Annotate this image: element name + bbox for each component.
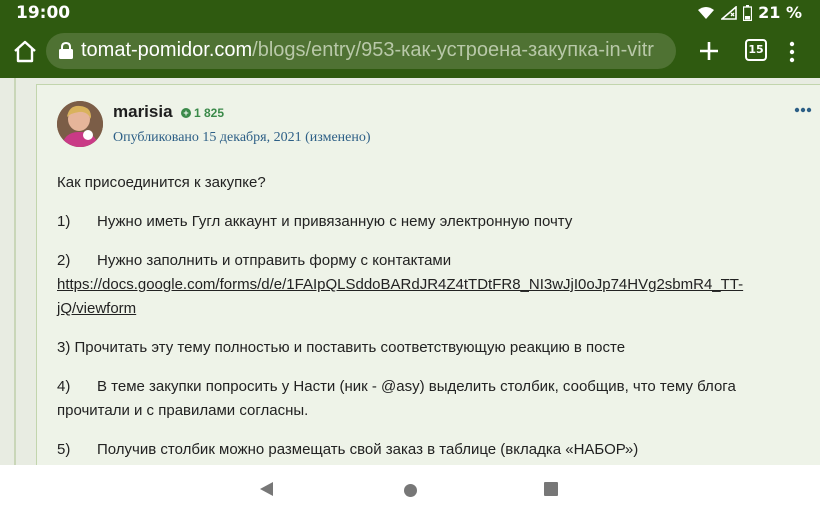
signal-icon (721, 5, 737, 20)
url-text: tomat-pomidor.com/blogs/entry/953-как-ус… (81, 39, 654, 62)
step-2-number: 2) (57, 252, 71, 269)
post-body: Как присоединится к закупке? 1) Нужно име… (57, 171, 807, 465)
nav-home-icon[interactable] (404, 484, 417, 497)
step-4-number: 4) (57, 378, 71, 395)
step-1-number: 1) (57, 213, 71, 230)
battery-percent: 21 % (758, 3, 802, 22)
new-tab-icon[interactable] (697, 39, 721, 63)
step-3: 3) Прочитать эту тему полностью и постав… (57, 339, 626, 356)
wifi-icon (698, 6, 715, 19)
avatar-image (57, 101, 103, 147)
step-2: 2) Нужно заполнить и отправить форму с ко… (57, 249, 807, 321)
post-question: Как присоединится к закупке? (57, 174, 266, 191)
avatar[interactable] (57, 101, 103, 147)
step-4-text: В теме закупки попросить у Насти (ник - … (57, 378, 736, 419)
address-bar[interactable]: tomat-pomidor.com/blogs/entry/953-как-ус… (46, 33, 676, 69)
blog-post-card: marisia + 1 825 Опубликовано 15 декабря,… (36, 84, 820, 465)
overflow-menu-icon[interactable] (786, 40, 798, 64)
step-4: 4) В теме закупки попросить у Насти (ник … (57, 375, 807, 423)
published-date[interactable]: Опубликовано 15 декабря, 2021 (изменено) (113, 130, 371, 146)
status-time: 19:00 (16, 3, 71, 23)
step-1: 1) Нужно иметь Гугл аккаунт и привязанную… (57, 210, 807, 234)
author-name[interactable]: marisia (113, 102, 173, 122)
step-2-text: Нужно заполнить и отправить форму с конт… (97, 252, 452, 269)
form-link[interactable]: https://docs.google.com/forms/d/e/1FAIpQ… (57, 276, 743, 317)
lock-icon (59, 42, 73, 59)
status-bar: 19:00 21 % (0, 0, 820, 26)
system-nav-bar (0, 465, 820, 512)
step-5: 5) Получив столбик можно размещать свой з… (57, 438, 807, 462)
reputation-badge: + 1 825 (181, 106, 224, 120)
page-content: marisia + 1 825 Опубликовано 15 декабря,… (0, 78, 820, 465)
post-options-icon[interactable] (794, 107, 812, 113)
status-icons: 21 % (697, 3, 802, 22)
step-5-text: Получив столбик можно размещать свой зак… (97, 441, 639, 458)
url-domain: tomat-pomidor.com (81, 39, 253, 61)
url-path: /blogs/entry/953-как-устроена-закупка-in… (252, 39, 654, 61)
step-1-text: Нужно иметь Гугл аккаунт и привязанную с… (97, 213, 573, 230)
battery-icon (743, 4, 753, 21)
tab-switcher-button[interactable]: 15 (745, 39, 767, 61)
reputation-value: 1 825 (194, 106, 225, 120)
reputation-icon: + (181, 108, 191, 118)
back-icon[interactable] (259, 481, 274, 497)
step-5-number: 5) (57, 441, 71, 458)
page-side-stripe (14, 78, 16, 465)
recent-apps-icon[interactable] (544, 482, 558, 496)
browser-toolbar: tomat-pomidor.com/blogs/entry/953-как-ус… (0, 26, 820, 78)
home-icon[interactable] (10, 38, 40, 66)
